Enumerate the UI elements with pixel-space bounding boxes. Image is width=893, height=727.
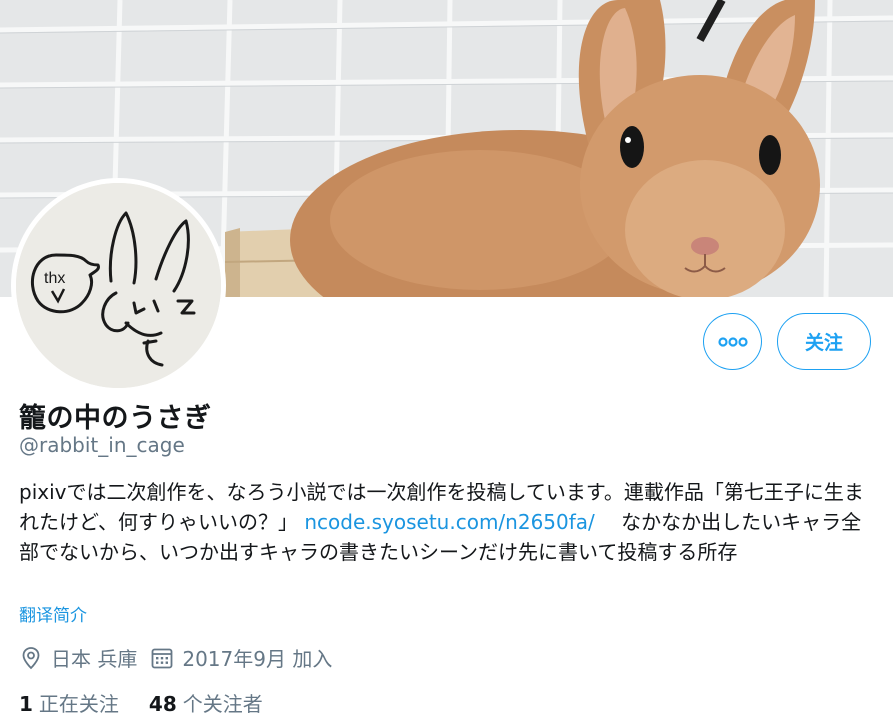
location-text: 日本 兵庫	[51, 647, 138, 671]
avatar-doodle-text: thx	[44, 270, 65, 287]
profile-meta: 日本 兵庫 2017年9月 加入	[19, 643, 345, 672]
avatar[interactable]: thx	[11, 178, 226, 393]
joined-item: 2017年9月 加入	[150, 643, 332, 672]
calendar-icon	[150, 646, 174, 670]
profile-stats: 1 正在关注 48 个关注者	[19, 688, 293, 717]
follow-button-label: 关注	[804, 332, 843, 354]
following-count: 1	[19, 692, 33, 716]
profile-name: 籠の中のうさぎ	[19, 403, 212, 434]
bio-link[interactable]: ncode.syosetu.com/n2650fa/	[304, 510, 594, 534]
profile-handle: @rabbit_in_cage	[19, 433, 185, 457]
following-stat[interactable]: 1 正在关注	[19, 688, 119, 717]
follow-button[interactable]: 关注	[777, 313, 871, 370]
followers-label: 个关注者	[182, 692, 263, 716]
profile-bio: pixivでは二次創作を、なろう小説では一次創作を投稿しています。連載作品「第七…	[19, 477, 879, 567]
translate-bio-link[interactable]: 翻译简介	[19, 601, 87, 626]
joined-text: 2017年9月 加入	[182, 647, 333, 671]
followers-stat[interactable]: 48 个关注者	[149, 688, 263, 717]
followers-count: 48	[148, 692, 177, 716]
following-label: 正在关注	[38, 692, 119, 716]
location-item: 日本 兵庫	[19, 643, 137, 672]
more-dots-icon	[717, 336, 748, 347]
more-options-button[interactable]	[703, 313, 762, 370]
location-pin-icon	[19, 646, 43, 670]
avatar-rabbit-doodle: thx	[16, 183, 221, 388]
